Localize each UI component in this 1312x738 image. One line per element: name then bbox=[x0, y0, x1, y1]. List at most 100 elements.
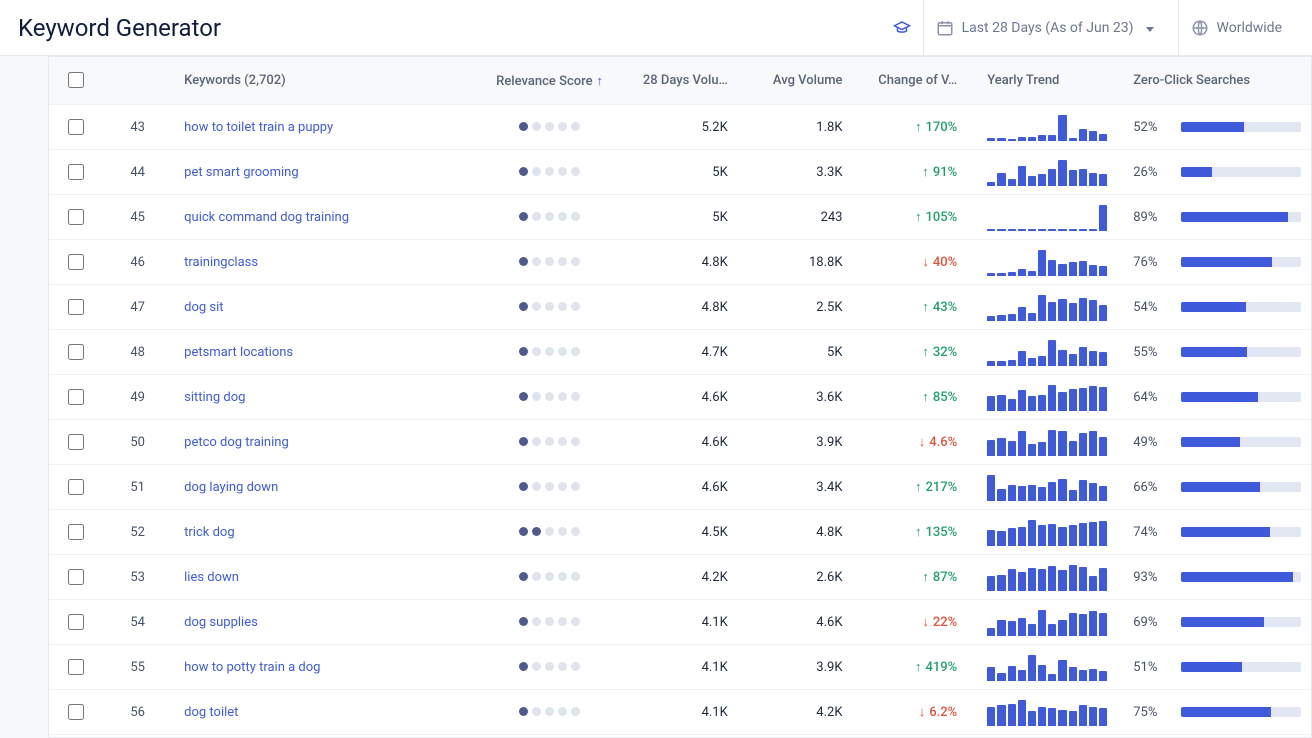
zero-click-bar bbox=[1181, 662, 1301, 672]
spark-bar bbox=[1038, 665, 1046, 681]
keyword-link[interactable]: how to toilet train a puppy bbox=[184, 120, 333, 135]
row-checkbox[interactable] bbox=[68, 659, 84, 675]
spark-bar bbox=[987, 576, 995, 591]
keyword-link[interactable]: dog laying down bbox=[184, 480, 278, 495]
keyword-link[interactable]: trainingclass bbox=[184, 255, 258, 270]
relevance-dot bbox=[571, 392, 580, 401]
date-range-picker[interactable]: Last 28 Days (As of Jun 23) bbox=[923, 0, 1166, 56]
relevance-dot bbox=[532, 662, 541, 671]
table-row: 49sitting dog4.6K3.6K85%64% bbox=[49, 375, 1311, 420]
header-yearly-trend[interactable]: Yearly Trend bbox=[977, 57, 1123, 105]
spark-bar bbox=[1079, 523, 1087, 546]
spark-bar bbox=[1079, 129, 1087, 141]
spark-bar bbox=[1028, 137, 1036, 141]
relevance-score bbox=[477, 330, 623, 375]
keyword-link[interactable]: dog sit bbox=[184, 300, 223, 315]
volume-change: 32% bbox=[922, 345, 957, 360]
spark-bar bbox=[1048, 566, 1056, 591]
keyword-link[interactable]: sitting dog bbox=[184, 390, 245, 405]
keyword-link[interactable]: quick command dog training bbox=[184, 210, 349, 225]
row-checkbox[interactable] bbox=[68, 344, 84, 360]
relevance-dot bbox=[545, 302, 554, 311]
spark-bar bbox=[1028, 229, 1036, 231]
row-checkbox[interactable] bbox=[68, 704, 84, 720]
row-checkbox[interactable] bbox=[68, 299, 84, 315]
row-checkbox[interactable] bbox=[68, 614, 84, 630]
header-avg-volume[interactable]: Avg Volume bbox=[748, 57, 863, 105]
spark-bar bbox=[987, 440, 995, 456]
row-checkbox[interactable] bbox=[68, 254, 84, 270]
spark-bar bbox=[987, 667, 995, 681]
row-checkbox[interactable] bbox=[68, 119, 84, 135]
spark-bar bbox=[1008, 485, 1016, 501]
spark-bar bbox=[1058, 264, 1066, 276]
keyword-link[interactable]: dog toilet bbox=[184, 705, 238, 720]
spark-bar bbox=[1038, 250, 1046, 276]
spark-bar bbox=[1069, 441, 1077, 456]
row-checkbox[interactable] bbox=[68, 209, 84, 225]
spark-bar bbox=[1058, 392, 1066, 411]
sort-ascending-icon: ↑ bbox=[597, 74, 604, 89]
spark-bar bbox=[1028, 396, 1036, 411]
relevance-dot bbox=[545, 437, 554, 446]
spark-bar bbox=[1008, 360, 1016, 366]
spark-bar bbox=[987, 475, 995, 501]
yearly-trend-spark bbox=[977, 330, 1123, 375]
keyword-link[interactable]: how to potty train a dog bbox=[184, 660, 320, 675]
spark-bar bbox=[1008, 666, 1016, 681]
table-row: 54dog supplies4.1K4.6K22%69% bbox=[49, 600, 1311, 645]
spark-bar bbox=[997, 489, 1005, 501]
keyword-link[interactable]: lies down bbox=[184, 570, 239, 585]
keyword-link[interactable]: dog supplies bbox=[184, 615, 258, 630]
relevance-dot bbox=[571, 302, 580, 311]
spark-bar bbox=[1079, 433, 1087, 456]
spark-bar bbox=[1099, 134, 1107, 141]
header-zero-click[interactable]: Zero-Click Searches bbox=[1123, 57, 1311, 105]
region-label: Worldwide bbox=[1217, 20, 1282, 36]
spark-bar bbox=[1089, 707, 1097, 726]
select-all-checkbox[interactable] bbox=[68, 72, 84, 88]
header-select-all[interactable] bbox=[49, 57, 101, 105]
keyword-link[interactable]: petco dog training bbox=[184, 435, 289, 450]
yearly-trend-spark bbox=[977, 600, 1123, 645]
academy-icon[interactable] bbox=[893, 19, 911, 37]
zero-click-cell: 74% bbox=[1133, 525, 1301, 540]
row-checkbox[interactable] bbox=[68, 479, 84, 495]
relevance-score bbox=[477, 105, 623, 150]
spark-bar bbox=[1099, 671, 1107, 681]
relevance-score bbox=[477, 645, 623, 690]
row-rank: 54 bbox=[101, 600, 174, 645]
spark-bar bbox=[1079, 480, 1087, 501]
spark-bar bbox=[1079, 614, 1087, 636]
region-picker[interactable]: Worldwide bbox=[1178, 0, 1294, 56]
spark-bar bbox=[1018, 307, 1026, 321]
header-rank[interactable] bbox=[101, 57, 174, 105]
row-checkbox[interactable] bbox=[68, 434, 84, 450]
spark-bar bbox=[1038, 707, 1046, 726]
row-checkbox[interactable] bbox=[68, 524, 84, 540]
spark-bar bbox=[1069, 138, 1077, 141]
keyword-link[interactable]: trick dog bbox=[184, 525, 234, 540]
row-checkbox[interactable] bbox=[68, 569, 84, 585]
keyword-link[interactable]: petsmart locations bbox=[184, 345, 293, 360]
spark-bar bbox=[1058, 527, 1066, 546]
keyword-link[interactable]: pet smart grooming bbox=[184, 165, 299, 180]
row-checkbox[interactable] bbox=[68, 164, 84, 180]
chevron-down-icon bbox=[1142, 20, 1154, 36]
row-checkbox[interactable] bbox=[68, 389, 84, 405]
relevance-dot bbox=[571, 257, 580, 266]
header-keywords[interactable]: Keywords (2,702) bbox=[174, 57, 476, 105]
header-relevance[interactable]: Relevance Score↑ bbox=[477, 57, 623, 105]
header-change-volume[interactable]: Change of V… bbox=[862, 57, 977, 105]
zero-click-cell: 52% bbox=[1133, 120, 1301, 135]
yearly-trend-spark bbox=[977, 375, 1123, 420]
avg-volume: 3.6K bbox=[748, 375, 863, 420]
header-28day-volume[interactable]: 28 Days Volu… bbox=[623, 57, 748, 105]
spark-bar bbox=[1058, 299, 1066, 321]
spark-bar bbox=[1079, 169, 1087, 186]
table-row: 47dog sit4.8K2.5K43%54% bbox=[49, 285, 1311, 330]
volume-28d: 4.1K bbox=[623, 600, 748, 645]
spark-bar bbox=[997, 575, 1005, 591]
zero-click-percent: 89% bbox=[1133, 210, 1169, 225]
relevance-score bbox=[477, 600, 623, 645]
